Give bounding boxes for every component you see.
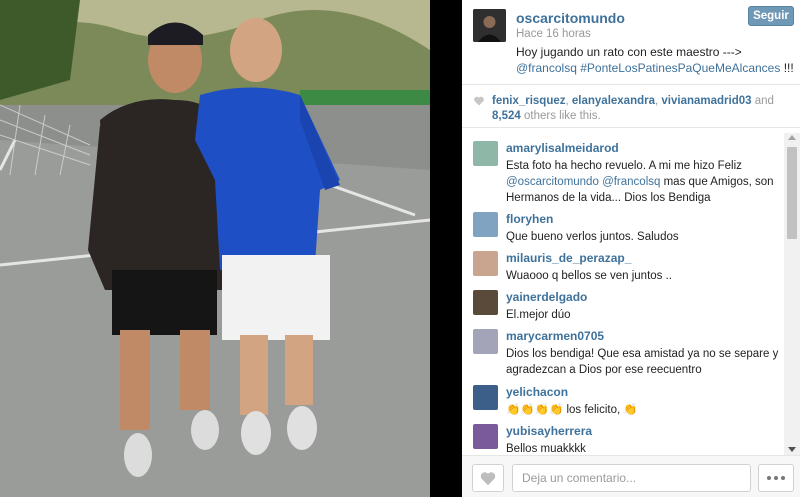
comment-text: El.mejor dúo [506, 309, 571, 321]
heart-icon [474, 96, 484, 106]
comment-username[interactable]: yubisayherrera [506, 424, 592, 438]
post-time: Hace 16 horas [516, 28, 591, 40]
comment-item: yubisayherrera Bellos muakkkk [462, 424, 784, 455]
ellipsis-icon [781, 476, 785, 480]
caption-text: Hoy jugando un rato con este maestro ---… [516, 45, 742, 59]
commenter-avatar[interactable] [473, 212, 498, 237]
scroll-thumb[interactable] [787, 147, 797, 239]
author-username[interactable]: oscarcitomundo [516, 10, 625, 26]
post-photo[interactable] [0, 0, 430, 497]
ellipsis-icon [774, 476, 778, 480]
comment-item: yelichacon 👏👏👏👏 los felicito, 👏 [462, 385, 784, 421]
caption-hashtag[interactable]: #PonteLosPatinesPaQueMeAlcances [580, 61, 780, 75]
caption-mention[interactable]: @francolsq [516, 61, 577, 75]
comments-list[interactable]: amarylisalmeidarod Esta foto ha hecho re… [462, 133, 784, 455]
comment-username[interactable]: yainerdelgado [506, 290, 587, 304]
comment-username[interactable]: floryhen [506, 212, 553, 226]
post-header: oscarcitomundo Hace 16 horas Seguir Hoy … [462, 0, 800, 85]
commenter-avatar[interactable] [473, 251, 498, 276]
comment-item: milauris_de_perazap_ Wuaooo q bellos se … [462, 251, 784, 287]
heart-icon [480, 471, 496, 485]
like-user[interactable]: elanyalexandra [572, 95, 655, 107]
like-user[interactable]: vivianamadrid03 [661, 95, 751, 107]
comment-text-part: Esta foto ha hecho revuelo. A mi me hizo… [506, 160, 742, 172]
likes-count[interactable]: 8,524 [492, 110, 521, 122]
photo-image [0, 0, 430, 497]
comment-text: 👏👏👏👏 los felicito, 👏 [506, 404, 638, 416]
comment-input[interactable] [512, 464, 751, 492]
comment-text: Que bueno verlos juntos. Saludos [506, 231, 679, 243]
post-caption: Hoy jugando un rato con este maestro ---… [516, 44, 796, 76]
comment-username[interactable]: marycarmen0705 [506, 329, 604, 343]
likes-suffix: others like this. [520, 110, 601, 122]
comments-scrollbar[interactable] [784, 133, 800, 455]
like-user[interactable]: fenix_risquez [492, 95, 566, 107]
likes-text: fenix_risquez, elanyalexandra, vivianama… [492, 94, 788, 124]
comment-item: amarylisalmeidarod Esta foto ha hecho re… [462, 141, 784, 211]
comment-item: floryhen Que bueno verlos juntos. Saludo… [462, 212, 784, 248]
follow-button[interactable]: Seguir [748, 6, 794, 26]
comment-username[interactable]: milauris_de_perazap_ [506, 251, 631, 265]
comment-footer [462, 455, 800, 497]
comment-item: marycarmen0705 Dios los bendiga! Que esa… [462, 329, 784, 381]
comment-text: Esta foto ha hecho revuelo. A mi me hizo… [506, 158, 780, 206]
comment-item: yainerdelgado El.mejor dúo [462, 290, 784, 326]
scroll-up-arrow-icon[interactable] [788, 135, 796, 140]
commenter-avatar[interactable] [473, 424, 498, 449]
comment-username[interactable]: yelichacon [506, 385, 568, 399]
commenter-avatar[interactable] [473, 141, 498, 166]
like-button[interactable] [472, 464, 504, 492]
ellipsis-icon [767, 476, 771, 480]
photo-pane [0, 0, 462, 497]
comment-mention[interactable]: @francolsq [602, 176, 660, 188]
caption-end: !!! [780, 61, 794, 75]
commenter-avatar[interactable] [473, 329, 498, 354]
more-options-button[interactable] [758, 464, 794, 492]
author-avatar[interactable] [473, 9, 506, 42]
comment-username[interactable]: amarylisalmeidarod [506, 141, 619, 155]
likes-section: fenix_risquez, elanyalexandra, vivianama… [462, 86, 800, 128]
scroll-down-arrow-icon[interactable] [788, 447, 796, 452]
comment-mention[interactable]: @oscarcitomundo [506, 176, 599, 188]
likes-and: and [751, 95, 774, 107]
comment-text: Wuaooo q bellos se ven juntos .. [506, 270, 673, 282]
comment-text: Dios los bendiga! Que esa amistad ya no … [506, 348, 779, 376]
comment-text: Bellos muakkkk [506, 443, 586, 455]
commenter-avatar[interactable] [473, 290, 498, 315]
commenter-avatar[interactable] [473, 385, 498, 410]
avatar-image [473, 9, 506, 42]
